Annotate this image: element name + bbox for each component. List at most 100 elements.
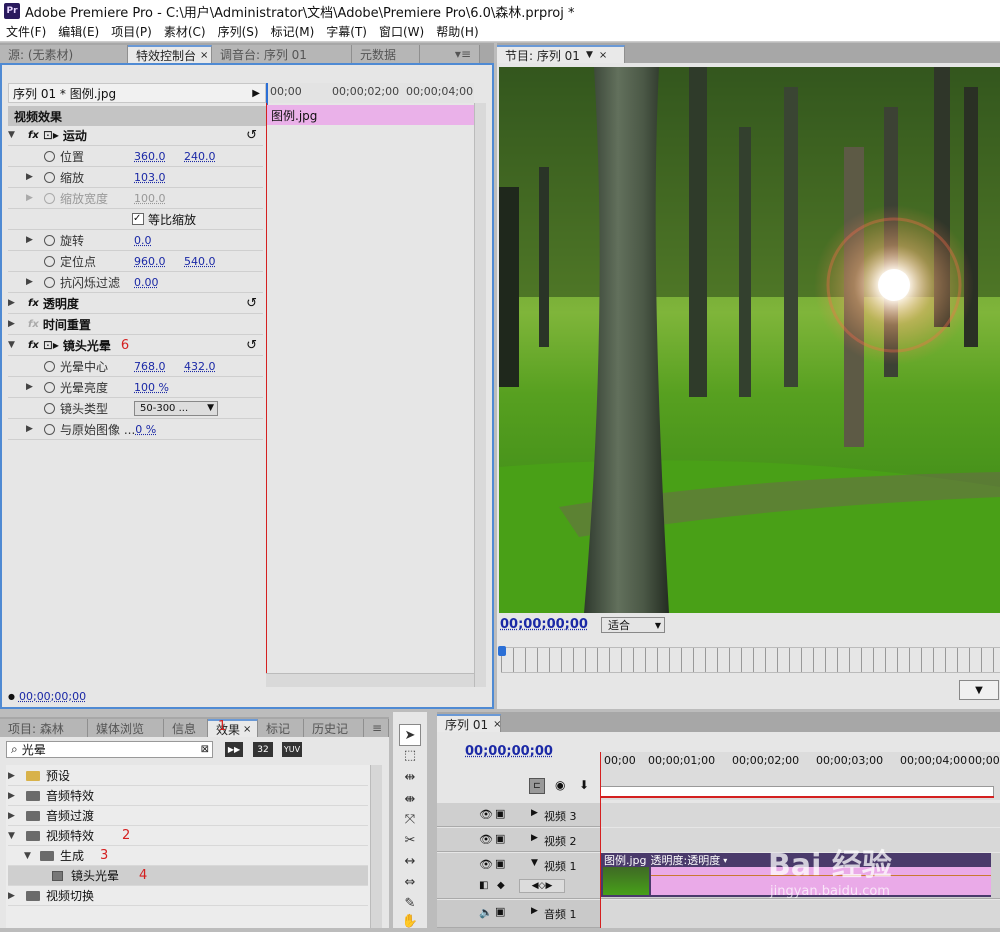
ec-ruler[interactable]: 00;00 00;00;02;00 00;00;04;00 [266, 83, 474, 105]
close-icon[interactable]: × [493, 719, 500, 730]
close-icon[interactable]: × [599, 50, 607, 61]
effects-scrollbar[interactable] [370, 765, 382, 928]
tree-lens-flare[interactable]: 镜头光晕 4 [8, 866, 368, 886]
expand-icon[interactable]: ▼ [8, 340, 18, 350]
expand-icon[interactable]: ▼ [24, 851, 34, 861]
clip-prop[interactable]: 透明度:透明度 [651, 852, 721, 868]
tab-project[interactable]: 项目: 森林 [0, 719, 88, 737]
chevron-down-icon[interactable]: ▾ [723, 856, 727, 865]
fx-icon[interactable]: fx [28, 130, 39, 141]
checkbox-checked-icon[interactable]: ✓ [132, 213, 144, 225]
expand-icon[interactable]: ▶ [8, 891, 18, 901]
effect-opacity[interactable]: ▶ fx 透明度 ↺ [8, 293, 263, 314]
expand-icon[interactable]: ▶ [26, 172, 36, 182]
expand-icon[interactable]: ▶ [8, 319, 18, 329]
clear-search-icon[interactable]: ⊠ [201, 744, 209, 755]
panel-menu-icon[interactable]: ≡ [364, 719, 389, 737]
expand-icon[interactable]: ▶ [26, 235, 36, 245]
flare-bright-value[interactable]: 100 % [134, 381, 169, 394]
lens-type-select[interactable]: 50-300 ... ▼ [134, 400, 218, 416]
close-icon[interactable]: × [243, 724, 251, 735]
dropdown-icon[interactable]: ▼ [586, 50, 593, 60]
expand-icon[interactable]: ▶ [8, 771, 18, 781]
keyframe-toggle-icon[interactable]: ◆ [497, 880, 505, 891]
flare-center-x[interactable]: 768.0 [134, 360, 184, 373]
fit-select[interactable]: 适合 ▼ [601, 617, 665, 633]
eye-icon[interactable]: 👁 [479, 858, 493, 871]
track-select-tool-icon[interactable]: ⬚ [399, 744, 421, 766]
ec-timecode[interactable]: 00;00;00;00 [19, 690, 86, 703]
menu-marker[interactable]: 标记(M) [265, 23, 321, 40]
anchor-x[interactable]: 960.0 [134, 255, 184, 268]
stopwatch-icon[interactable] [44, 381, 55, 393]
tree-audio-transitions[interactable]: ▶ 音频过渡 [8, 806, 368, 826]
fx-icon[interactable]: fx [28, 298, 39, 309]
slide-tool-icon[interactable]: ⇔ [399, 871, 421, 893]
fx-icon[interactable]: fx [28, 340, 39, 351]
stopwatch-icon[interactable] [44, 276, 55, 288]
tab-effect-controls[interactable]: 特效控制台 × [128, 45, 212, 63]
hand-tool-icon[interactable]: ✋ [399, 910, 421, 932]
tab-sequence[interactable]: 序列 01 × [437, 714, 501, 732]
track-v3-lane[interactable] [600, 803, 1000, 827]
menu-sequence[interactable]: 序列(S) [212, 23, 265, 40]
expand-icon[interactable]: ▶ [8, 791, 18, 801]
expand-icon[interactable]: ▶ [26, 424, 36, 434]
blend-value[interactable]: 0 % [135, 423, 156, 436]
position-x[interactable]: 360.0 [134, 150, 184, 163]
32bit-effects-icon[interactable]: 32 [253, 742, 273, 757]
slip-tool-icon[interactable]: ↔ [399, 850, 421, 872]
ripple-edit-tool-icon[interactable]: ⇹ [399, 766, 421, 788]
stopwatch-icon[interactable] [44, 150, 55, 162]
eye-icon[interactable]: 👁 [479, 833, 493, 846]
collapse-icon[interactable]: ▼ [531, 858, 538, 868]
tab-source[interactable]: 源: (无素材) [0, 45, 128, 63]
selection-tool-icon[interactable]: ➤ [399, 724, 421, 746]
lock-icon[interactable]: ▣ [495, 807, 505, 820]
expand-icon[interactable]: ▶ [26, 277, 36, 287]
rotation-value[interactable]: 0.0 [134, 234, 152, 247]
tab-program[interactable]: 节目: 序列 01 ▼ × [497, 45, 625, 63]
rolling-edit-tool-icon[interactable]: ⇼ [399, 788, 421, 810]
timeline-ruler[interactable]: 00;00 00;00;01;00 00;00;02;00 00;00;03;0… [600, 752, 1000, 800]
expand-icon[interactable]: ▶ [531, 808, 538, 818]
flicker-value[interactable]: 0.00 [134, 276, 159, 289]
expand-icon[interactable]: ▶ [8, 811, 18, 821]
close-icon[interactable]: × [200, 50, 208, 61]
snap-icon[interactable]: ⊏ [529, 778, 545, 794]
play-only-icon[interactable]: ▶ [252, 88, 260, 99]
expand-icon[interactable]: ▶ [531, 906, 538, 916]
position-y[interactable]: 240.0 [184, 150, 216, 163]
program-timecode[interactable]: 00;00;00;00 [500, 617, 588, 632]
reset-icon[interactable]: ↺ [246, 296, 257, 311]
display-style-icon[interactable]: ◧ [479, 880, 488, 891]
ec-scrollbar[interactable] [474, 103, 486, 687]
track-a1-lane[interactable] [600, 900, 1000, 928]
tree-video-effects[interactable]: ▼ 视频特效 2 [8, 826, 368, 846]
menu-help[interactable]: 帮助(H) [430, 23, 484, 40]
speaker-icon[interactable]: 🔈 [479, 906, 493, 919]
set-marker-icon[interactable]: ◉ [555, 778, 565, 792]
timeline-playhead-line[interactable] [600, 752, 601, 928]
scale-value[interactable]: 103.0 [134, 171, 166, 184]
add-marker-icon[interactable]: ⬇ [579, 778, 589, 792]
export-frame-button[interactable]: ▼ [959, 680, 999, 700]
tree-audio-effects[interactable]: ▶ 音频特效 [8, 786, 368, 806]
effect-motion[interactable]: ▼ fx ⊡▸ 运动 ↺ [8, 125, 263, 146]
motion-transform-icon[interactable]: ⊡▸ [43, 128, 59, 142]
stopwatch-icon[interactable] [44, 234, 55, 246]
transform-icon[interactable]: ⊡▸ [43, 338, 59, 352]
menu-clip[interactable]: 素材(C) [158, 23, 212, 40]
eye-icon[interactable]: 👁 [479, 808, 493, 821]
panel-menu-icon[interactable]: ▾≡ [420, 45, 480, 63]
flare-center-y[interactable]: 432.0 [184, 360, 216, 373]
tab-media-browser[interactable]: 媒体浏览 [88, 719, 164, 737]
razor-tool-icon[interactable]: ✂ [399, 829, 421, 851]
ec-clip-bar[interactable]: 图例.jpg [266, 105, 474, 125]
tree-video-transitions[interactable]: ▶ 视频切换 [8, 886, 368, 906]
tree-generate[interactable]: ▼ 生成 3 [8, 846, 368, 866]
effect-lens-flare[interactable]: ▼ fx ⊡▸ 镜头光晕 6 ↺ [8, 335, 263, 356]
tab-history[interactable]: 历史记 [304, 719, 364, 737]
effect-time-remap[interactable]: ▶ fx 时间重置 [8, 314, 263, 335]
ec-h-scrollbar[interactable] [266, 673, 474, 687]
